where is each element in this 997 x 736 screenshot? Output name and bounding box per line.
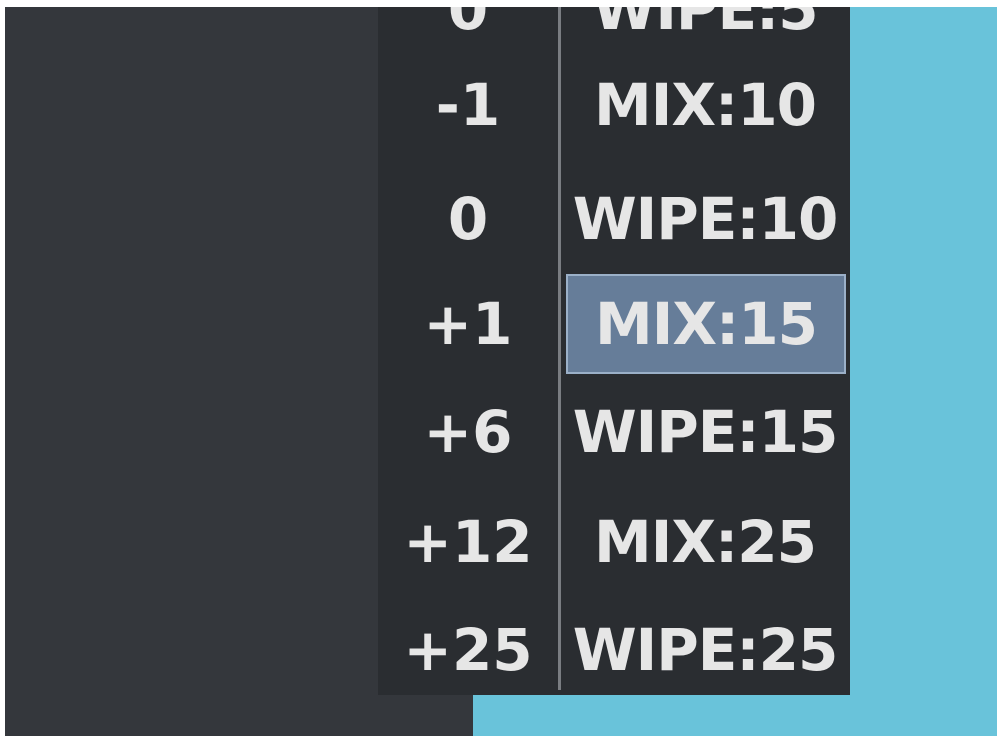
list-item-1[interactable]: -1 MIX:10 — [378, 65, 850, 145]
transition-label: WIPE:25 — [572, 616, 839, 684]
transition-label: MIX:10 — [594, 71, 817, 139]
transition-label: MIX:25 — [594, 508, 817, 576]
list-item-6[interactable]: +25 WIPE:25 — [378, 610, 850, 690]
offset-label: -1 — [435, 71, 501, 139]
list-item-3-selected[interactable]: +1 MIX:15 — [378, 274, 850, 374]
transition-label: WIPE:15 — [572, 398, 839, 466]
transition-label: WIPE:5 — [592, 7, 818, 43]
list-item-4[interactable]: +6 WIPE:15 — [378, 392, 850, 472]
offset-label: +25 — [403, 616, 533, 684]
transition-dropdown-list[interactable]: 0 WIPE:5 -1 MIX:10 0 WIPE:10 +1 MIX:15 +… — [378, 7, 850, 695]
list-item-2[interactable]: 0 WIPE:10 — [378, 179, 850, 259]
offset-label: 0 — [447, 185, 489, 253]
offset-label: +12 — [403, 508, 533, 576]
offset-label: +6 — [423, 398, 513, 466]
transition-label-selected[interactable]: MIX:15 — [566, 274, 846, 374]
list-item-0[interactable]: 0 WIPE:5 — [378, 7, 850, 49]
offset-label: 0 — [447, 7, 489, 43]
offset-label: +1 — [423, 290, 513, 358]
list-item-5[interactable]: +12 MIX:25 — [378, 502, 850, 582]
transition-label: WIPE:10 — [572, 185, 839, 253]
